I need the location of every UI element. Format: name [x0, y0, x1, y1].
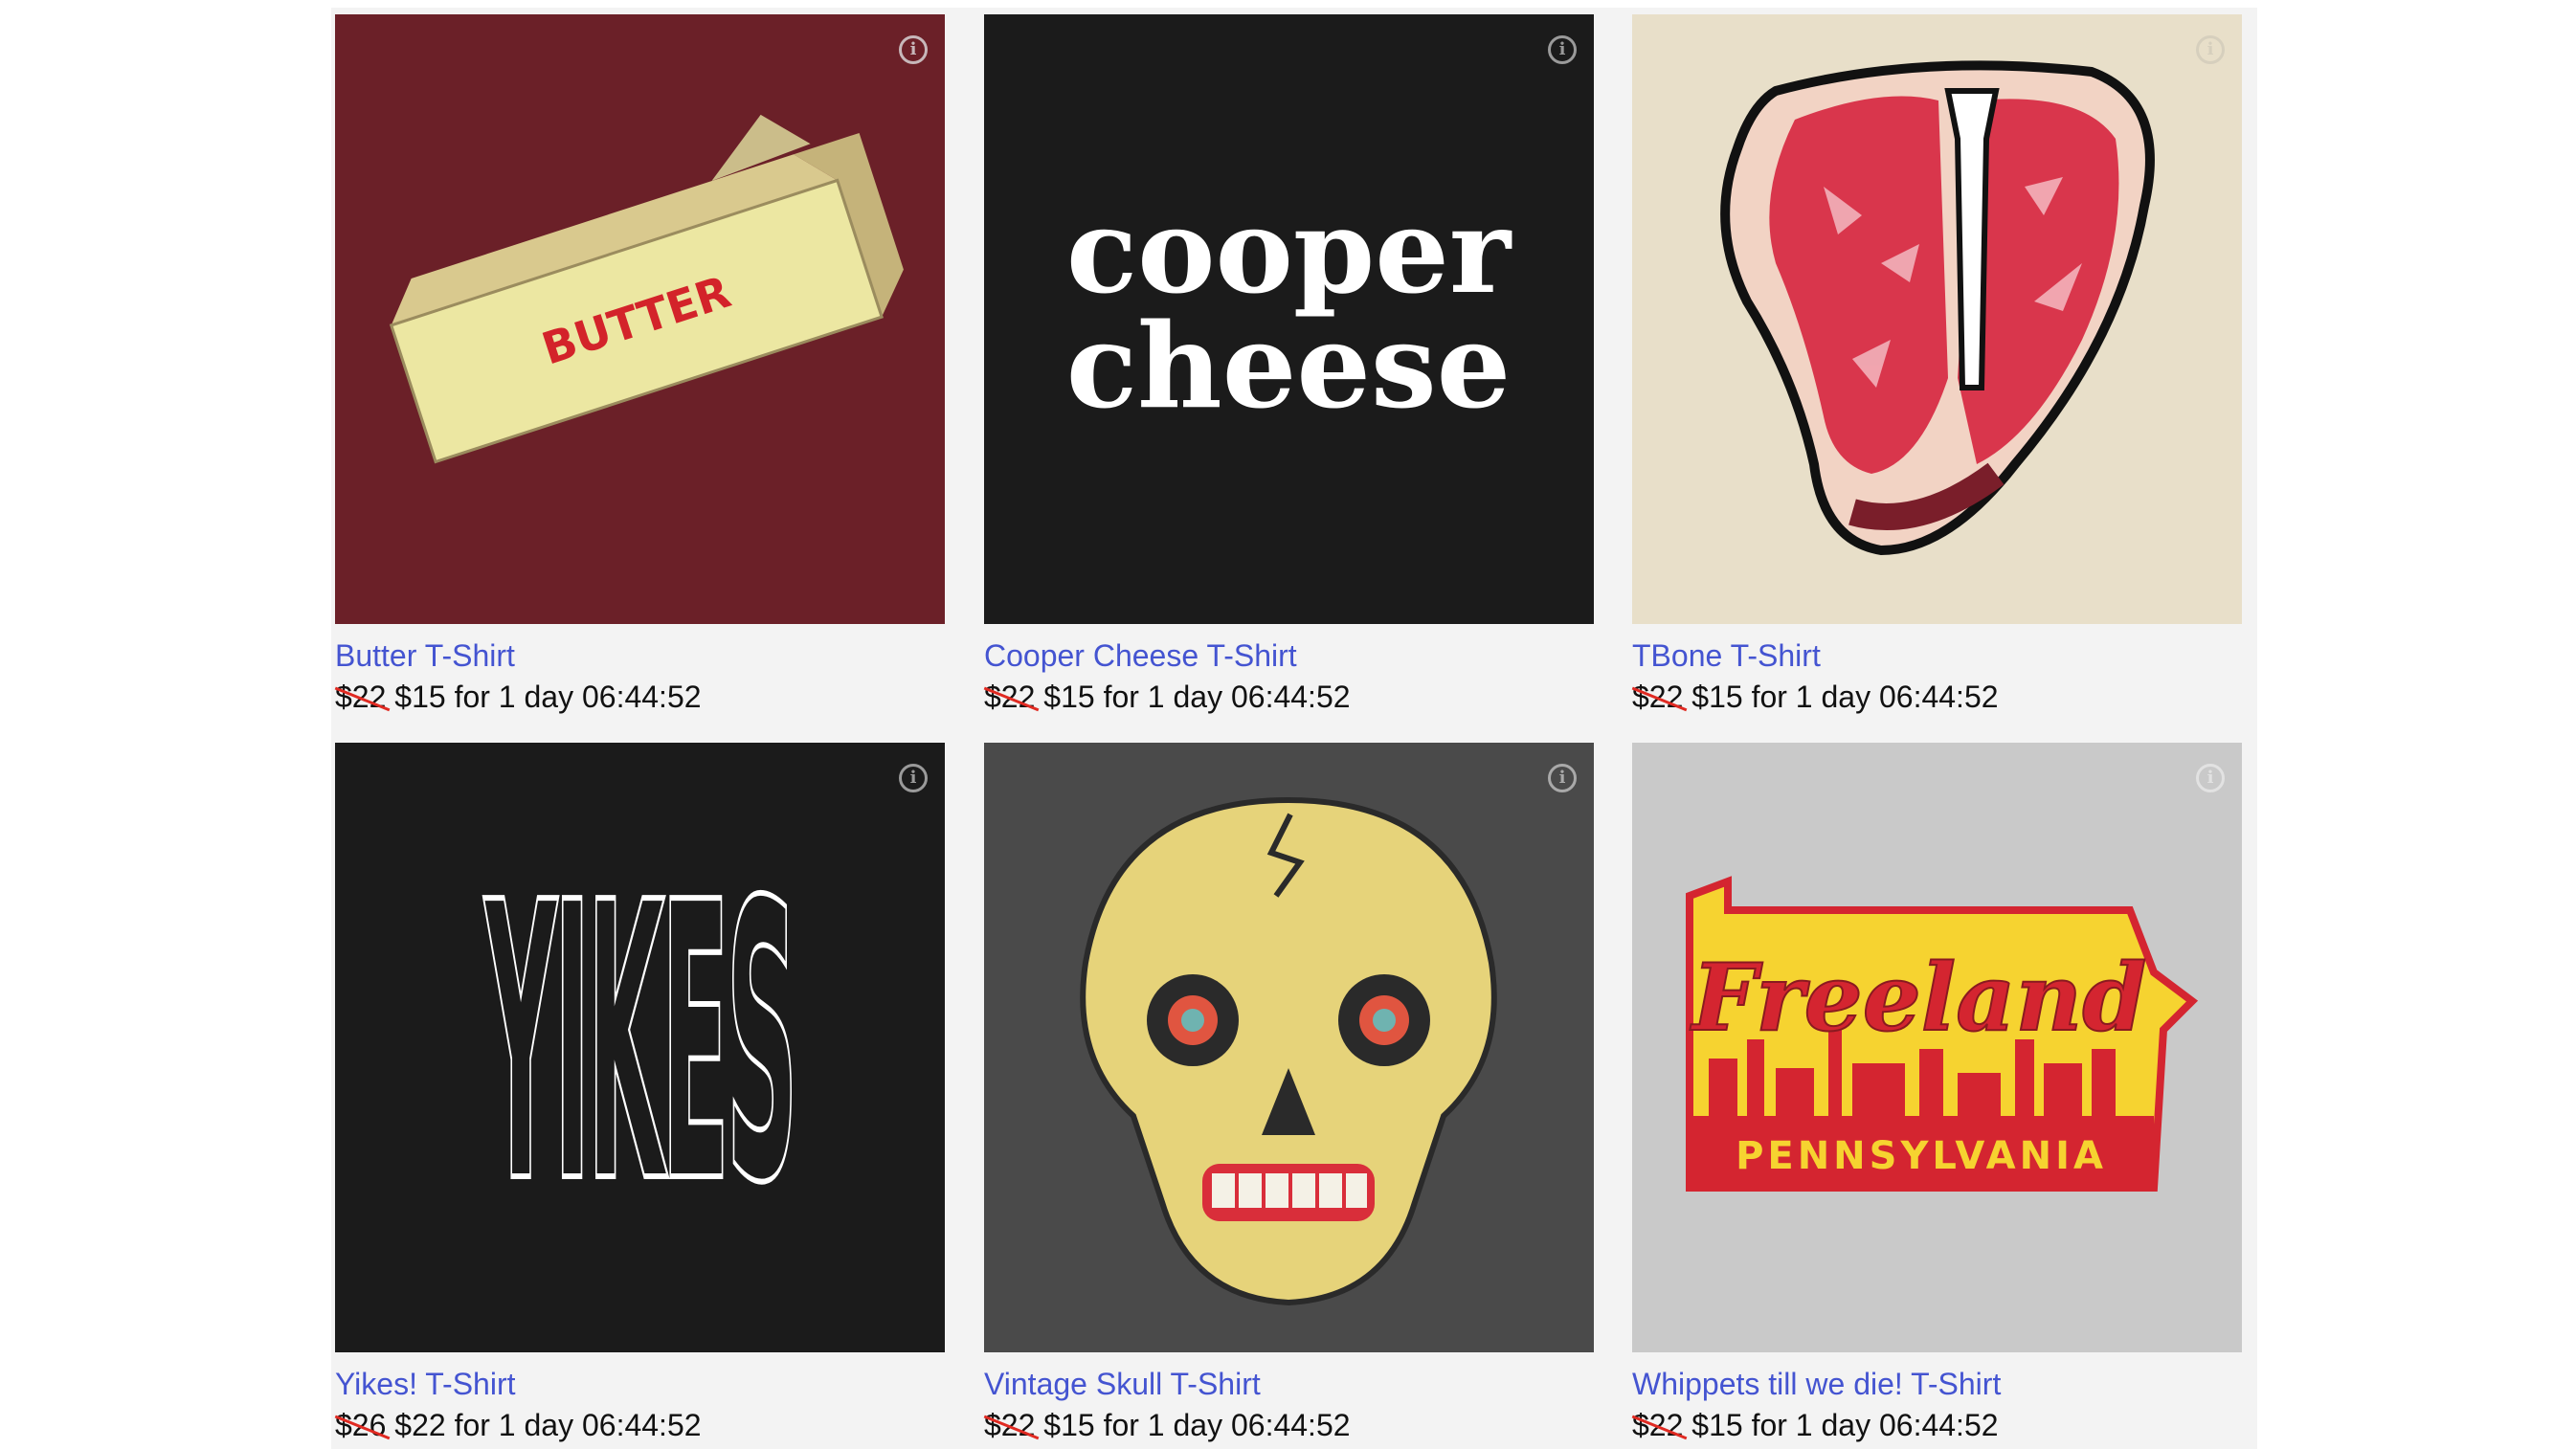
product-image[interactable]: Freeland PENNSYLVANIA i [1632, 743, 2242, 1352]
tbone-artwork [1632, 14, 2242, 624]
product-image[interactable]: YIKES i [335, 743, 945, 1352]
product-title[interactable]: Vintage Skull T-Shirt [984, 1365, 1594, 1403]
product-title[interactable]: TBone T-Shirt [1632, 636, 2242, 675]
freeland-art-lettering: Freeland [1690, 944, 2147, 1052]
cooper-cheese-artwork: cooper cheese [984, 14, 1594, 624]
product-image[interactable]: BUTTER i [335, 14, 945, 624]
yikes-artwork: YIKES [335, 743, 945, 1352]
sale-price: $22 [394, 1408, 446, 1442]
info-icon[interactable]: i [1548, 764, 1577, 792]
countdown: for 1 day 06:44:52 [1751, 1408, 1999, 1442]
product-title[interactable]: Whippets till we die! T-Shirt [1632, 1365, 2242, 1403]
art-text-line2: cheese [1066, 297, 1512, 435]
info-icon[interactable]: i [2196, 764, 2225, 792]
info-icon[interactable]: i [2196, 35, 2225, 64]
product-price: $22 $15 for 1 day 06:44:52 [1632, 678, 2242, 716]
product-image[interactable]: i [984, 743, 1594, 1352]
countdown: for 1 day 06:44:52 [1103, 1408, 1351, 1442]
info-icon[interactable]: i [899, 35, 928, 64]
sale-price: $15 [1691, 680, 1743, 714]
countdown: for 1 day 06:44:52 [1751, 680, 1999, 714]
pennsylvania-art-lettering: PENNSYLVANIA [1736, 1134, 2107, 1178]
info-icon[interactable]: i [899, 764, 928, 792]
sale-price: $15 [394, 680, 446, 714]
product-title[interactable]: Yikes! T-Shirt [335, 1365, 945, 1403]
countdown: for 1 day 06:44:52 [1103, 680, 1351, 714]
product-price: $26 $22 for 1 day 06:44:52 [335, 1406, 945, 1444]
old-price: $22 [1632, 1408, 1684, 1442]
countdown: for 1 day 06:44:52 [454, 680, 702, 714]
old-price: $26 [335, 1408, 387, 1442]
old-price: $22 [984, 1408, 1036, 1442]
sale-price: $15 [1043, 1408, 1095, 1442]
freeland-artwork: Freeland PENNSYLVANIA [1632, 743, 2242, 1352]
product-image[interactable]: cooper cheese i [984, 14, 1594, 624]
butter-artwork: BUTTER [335, 14, 945, 624]
old-price: $22 [1632, 680, 1684, 714]
sale-price: $15 [1043, 680, 1095, 714]
product-price: $22 $15 for 1 day 06:44:52 [335, 678, 945, 716]
countdown: for 1 day 06:44:52 [454, 1408, 702, 1442]
product-grid: BUTTER i Butter T-Shirt $22 $15 for 1 da… [331, 8, 2257, 1449]
sale-price: $15 [1691, 1408, 1743, 1442]
product-price: $22 $15 for 1 day 06:44:52 [984, 678, 1594, 716]
product-price: $22 $15 for 1 day 06:44:52 [984, 1406, 1594, 1444]
info-icon[interactable]: i [1548, 35, 1577, 64]
product-image[interactable]: i [1632, 14, 2242, 624]
skull-artwork [984, 743, 1594, 1352]
product-price: $22 $15 for 1 day 06:44:52 [1632, 1406, 2242, 1444]
old-price: $22 [335, 680, 387, 714]
product-title[interactable]: Butter T-Shirt [335, 636, 945, 675]
yikes-art-lettering: YIKES [482, 821, 794, 1266]
old-price: $22 [984, 680, 1036, 714]
product-title[interactable]: Cooper Cheese T-Shirt [984, 636, 1594, 675]
